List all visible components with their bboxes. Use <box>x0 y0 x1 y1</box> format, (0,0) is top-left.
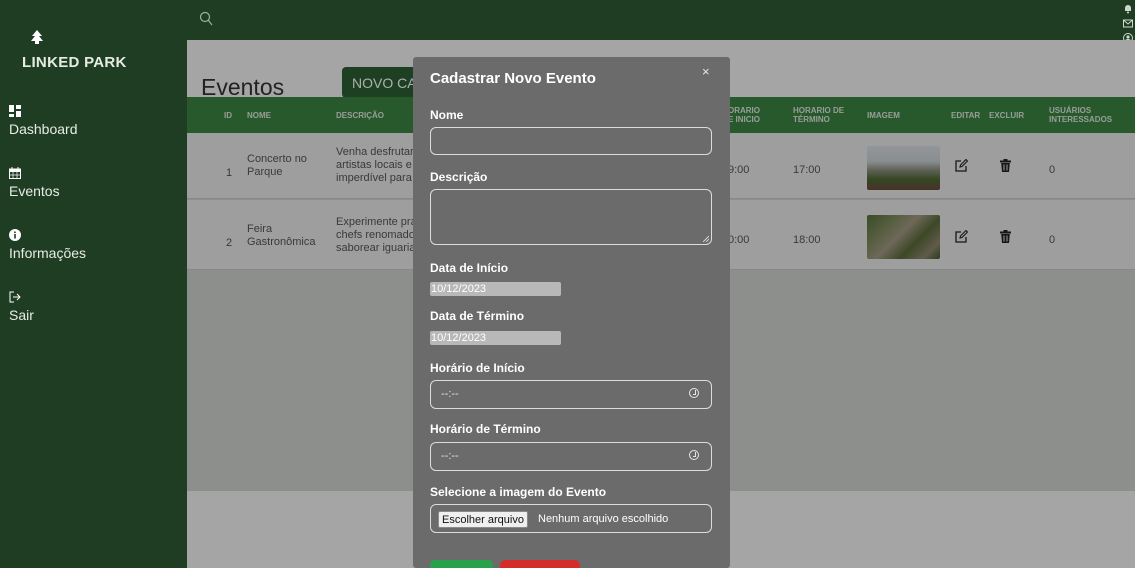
brand-name: LINKED PARK <box>22 54 127 71</box>
end-time-input[interactable]: --:-- <box>430 442 712 471</box>
start-date-label: Data de Início <box>430 261 509 275</box>
name-input[interactable] <box>430 127 712 155</box>
image-file-input[interactable]: Escolher arquivo Nenhum arquivo escolhid… <box>430 504 712 533</box>
description-textarea[interactable] <box>430 189 712 245</box>
cancel-button[interactable] <box>500 560 580 568</box>
sidebar-item-label: Dashboard <box>9 121 78 137</box>
save-button[interactable] <box>430 560 493 568</box>
description-label: Descrição <box>430 170 488 184</box>
sidebar-item-label: Eventos <box>9 183 60 199</box>
sidebar-item-label: Informações <box>9 245 87 261</box>
sidebar-item-informacoes[interactable]: Informações <box>9 228 86 261</box>
start-date-input[interactable]: 10/12/2023 <box>430 282 561 296</box>
mail-icon[interactable] <box>1123 19 1133 31</box>
dashboard-icon <box>9 104 78 120</box>
choose-file-button[interactable]: Escolher arquivo <box>438 511 528 528</box>
end-date-input[interactable]: 10/12/2023 <box>430 331 561 345</box>
end-date-label: Data de Término <box>430 309 525 323</box>
end-time-value: --:-- <box>441 450 459 462</box>
topbar <box>187 0 1135 43</box>
close-icon[interactable]: × <box>702 64 710 79</box>
name-label: Nome <box>430 108 464 122</box>
new-event-modal: Cadastrar Novo Evento × Nome Descrição D… <box>413 57 730 568</box>
start-time-label: Horário de Início <box>430 361 525 375</box>
file-status: Nenhum arquivo escolhido <box>538 513 669 525</box>
modal-title: Cadastrar Novo Evento <box>430 70 596 87</box>
start-time-value: --:-- <box>441 388 459 400</box>
logout-icon <box>9 290 34 306</box>
sidebar-item-sair[interactable]: Sair <box>9 290 34 323</box>
search-icon[interactable] <box>199 11 213 27</box>
clock-icon[interactable] <box>689 450 699 460</box>
bell-icon[interactable] <box>1123 4 1133 17</box>
info-icon <box>9 228 86 244</box>
sidebar-item-label: Sair <box>9 307 34 323</box>
image-label: Selecione a imagem do Evento <box>430 485 607 499</box>
sidebar-item-eventos[interactable]: Eventos <box>9 166 60 199</box>
start-time-input[interactable]: --:-- <box>430 380 712 409</box>
clock-icon[interactable] <box>689 388 699 398</box>
sidebar: LINKED PARK Dashboard Eventos Informaçõe… <box>0 0 187 568</box>
calendar-icon <box>9 166 60 182</box>
tree-icon <box>31 30 43 51</box>
sidebar-item-dashboard[interactable]: Dashboard <box>9 104 78 137</box>
end-time-label: Horário de Término <box>430 422 541 436</box>
